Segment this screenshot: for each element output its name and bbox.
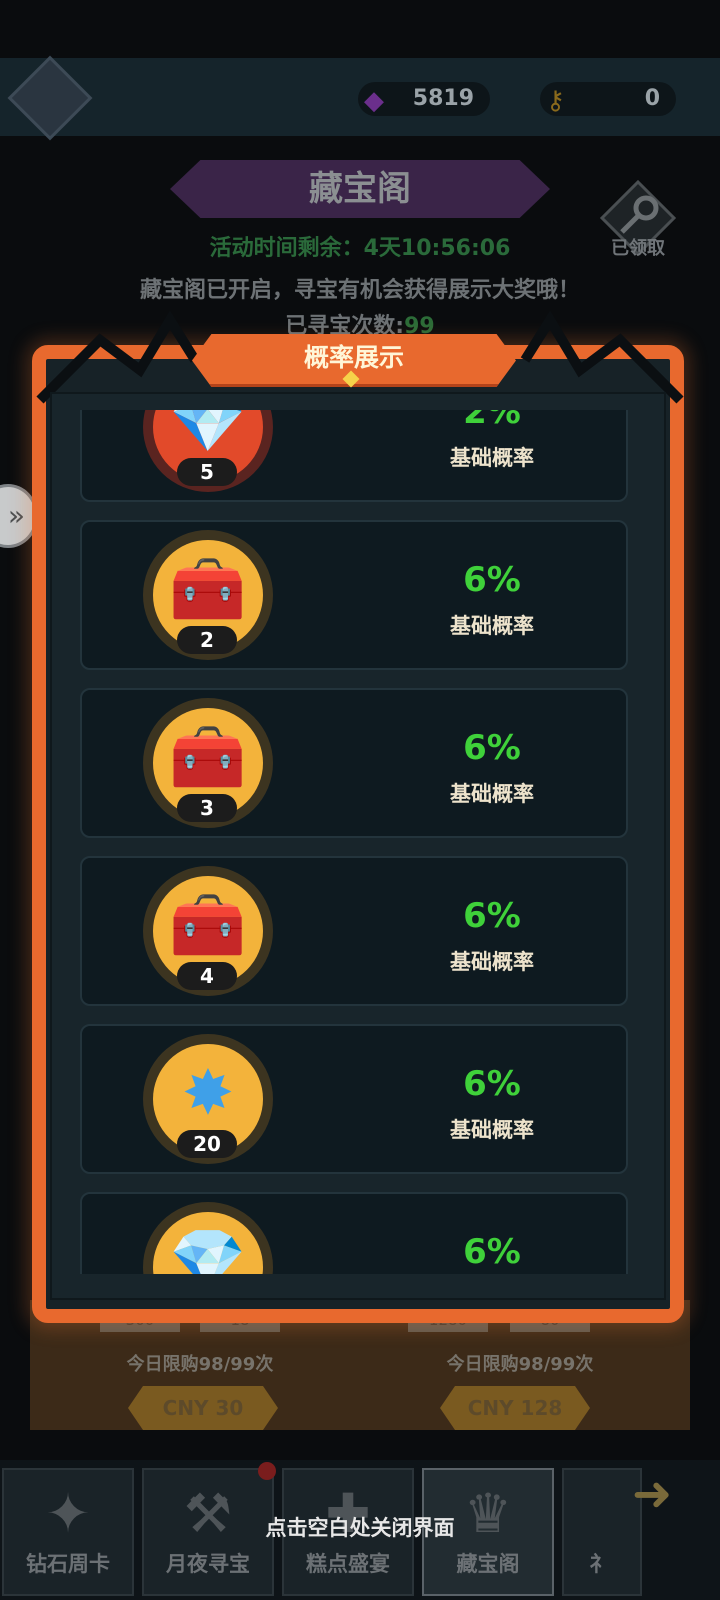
buy-button-cny30[interactable]: CNY 30 — [128, 1386, 278, 1430]
purple-gem-icon: ◆ — [364, 86, 384, 116]
timer-value: 4天10:56:06 — [363, 236, 511, 261]
item-badge: 💎 — [143, 1202, 273, 1274]
gem-crystal-icon: 💎 — [169, 1224, 247, 1274]
item-probability: 6% — [463, 728, 521, 768]
list-item: 🧰 2 6% 基础概率 — [80, 520, 628, 670]
item-probability: 2% — [463, 410, 521, 432]
item-count: 20 — [177, 1130, 237, 1158]
golden-key-icon: ⚷ — [546, 86, 566, 116]
rate-label: 基础概率 — [450, 614, 534, 638]
gem-counter[interactable]: ◆ 5819 — [358, 82, 490, 116]
tab-label: 钻石周卡 — [26, 1552, 110, 1576]
notification-dot — [258, 1462, 276, 1480]
tab-label: 礻 — [589, 1552, 611, 1576]
close-hint[interactable]: 点击空白处关闭界面 — [0, 1512, 720, 1542]
item-count: 5 — [177, 458, 237, 486]
probability-list[interactable]: 💎 5 2% 基础概率 🧰 2 6% 基础概率 🧰 3 6% 基础概率 🧰 4 … — [80, 410, 628, 1274]
treasure-chest-puzzle-icon: 🧰 — [169, 720, 247, 793]
treasure-chest-puzzle-icon: 🧰 — [169, 552, 247, 625]
rate-label: 基础概率 — [450, 950, 534, 974]
tab-label: 月夜寻宝 — [166, 1552, 250, 1576]
list-item: 🧰 4 6% 基础概率 — [80, 856, 628, 1006]
list-item: 💎 5 2% 基础概率 — [80, 410, 628, 502]
rate-label: 基础概率 — [450, 446, 534, 470]
item-count: 2 — [177, 626, 237, 654]
item-probability: 6% — [463, 560, 521, 600]
rate-label: 基础概率 — [450, 782, 534, 806]
key-counter[interactable]: ⚷ 0 — [540, 82, 676, 116]
treasure-chest-puzzle-icon: 🧰 — [169, 888, 247, 961]
item-probability: 6% — [463, 1232, 521, 1272]
list-item: 🧰 3 6% 基础概率 — [80, 688, 628, 838]
timer-label: 活动时间剩余： — [209, 236, 364, 261]
gem-count: 5819 — [412, 86, 474, 111]
list-item: 💎 6% — [80, 1192, 628, 1274]
claimed-label: 已领取 — [611, 238, 665, 259]
blue-star-crystal-icon: ✸ — [182, 1056, 234, 1129]
item-probability: 6% — [463, 896, 521, 936]
key-count: 0 — [644, 86, 660, 111]
item-probability: 6% — [463, 1064, 521, 1104]
shop-right-limit: 今日限购98/99次 — [446, 1354, 594, 1375]
item-count: 3 — [177, 794, 237, 822]
list-item: ✸ 20 6% 基础概率 — [80, 1024, 628, 1174]
item-count: 4 — [177, 962, 237, 990]
rate-label: 基础概率 — [450, 1118, 534, 1142]
page-title: 藏宝阁 — [309, 169, 411, 209]
tab-label: 糕点盛宴 — [306, 1552, 390, 1576]
buy-button-cny128[interactable]: CNY 128 — [440, 1386, 590, 1430]
shop-left-limit: 今日限购98/99次 — [126, 1354, 274, 1375]
